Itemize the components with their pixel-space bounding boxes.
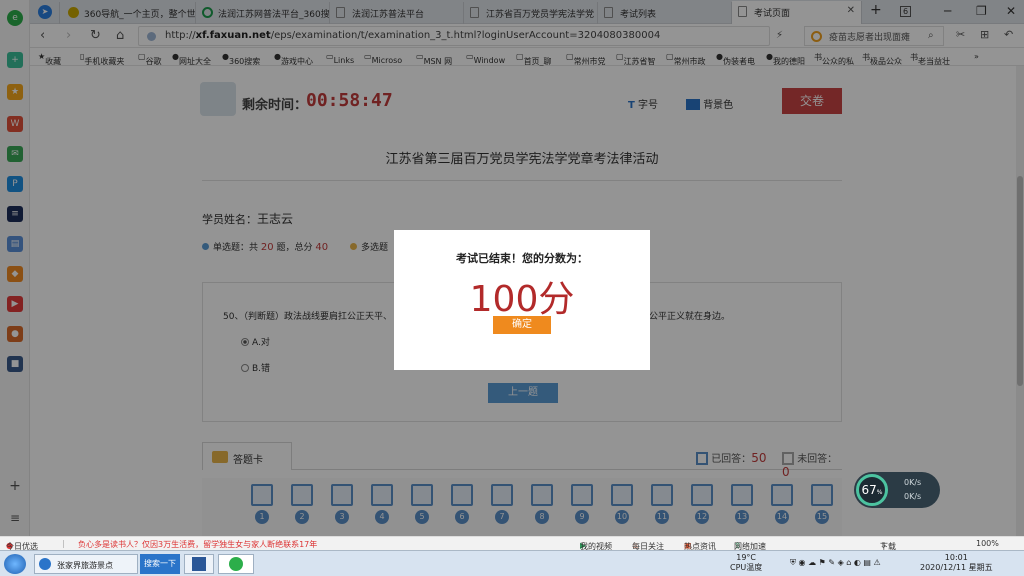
network-gauge[interactable]: 67% 0K/s 0K/s xyxy=(854,472,940,508)
taskbar-app-360[interactable] xyxy=(218,554,254,574)
taskbar-app-word[interactable] xyxy=(184,554,214,574)
360-browser-icon xyxy=(229,557,243,571)
browser-status-bar: ● 今日优选 | 负心多是读书人？仅因3万生活费，留学独生女与家人断绝联系17年… xyxy=(0,536,1024,551)
clock[interactable]: 10:01 2020/12/11 星期五 xyxy=(920,553,993,573)
start-button-icon[interactable] xyxy=(4,554,26,574)
dialog-message: 考试已结束！您的分数为： xyxy=(456,252,588,265)
score-dialog: 考试已结束！您的分数为： 100分 确定 xyxy=(394,230,650,370)
taskbar-search-app[interactable]: 张家界旅游景点 xyxy=(34,554,138,574)
news-ticker[interactable]: 负心多是读书人？仅因3万生活费，留学独生女与家人断绝联系17年 xyxy=(78,539,317,550)
windows-taskbar: 张家界旅游景点 搜索一下 19°C CPU温度 ⛨ ◉ ☁ ⚑ ✎ ◈ ⌂ ◐ ▤… xyxy=(0,550,1024,576)
confirm-button[interactable]: 确定 xyxy=(493,316,551,334)
upload-speed: 0K/s xyxy=(904,478,922,487)
download-speed: 0K/s xyxy=(904,492,922,501)
tray-icons[interactable]: ⛨ ◉ ☁ ⚑ ✎ ◈ ⌂ ◐ ▤ ⚠ xyxy=(790,558,881,568)
score-value: 100分 xyxy=(469,279,575,320)
zoom-level[interactable]: 100% xyxy=(976,539,999,548)
divider: | xyxy=(62,539,65,548)
ie-icon xyxy=(39,558,51,570)
gauge-percent: 67% xyxy=(856,474,888,506)
temperature: 19°C CPU温度 xyxy=(730,553,763,572)
taskbar-search-button[interactable]: 搜索一下 xyxy=(140,554,180,574)
word-icon xyxy=(192,557,206,571)
